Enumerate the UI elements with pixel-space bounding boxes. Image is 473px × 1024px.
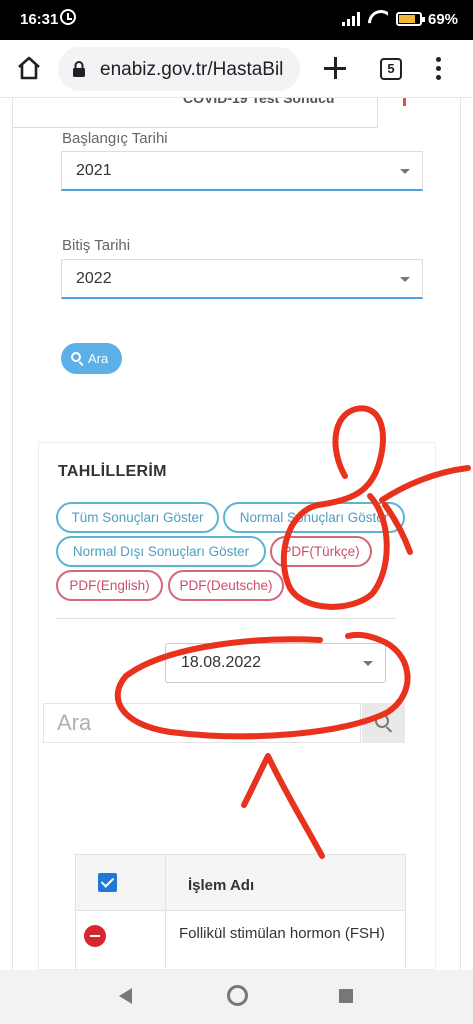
tab-marker	[403, 98, 406, 106]
search-icon	[375, 714, 389, 728]
home-icon[interactable]	[16, 56, 42, 80]
chevron-down-icon	[400, 277, 410, 282]
remove-icon[interactable]	[84, 925, 106, 947]
lock-icon	[73, 61, 85, 77]
start-date-label: Başlangıç Tarihi	[62, 130, 168, 147]
start-year-select[interactable]: 2021	[61, 151, 423, 191]
battery-icon	[396, 12, 425, 26]
wifi-icon	[368, 10, 388, 26]
alarm-icon	[60, 9, 76, 25]
panel-title: TAHLİLLERİM	[58, 463, 167, 480]
chevron-down-icon	[400, 169, 410, 174]
status-time: 16:31	[20, 11, 59, 28]
back-icon[interactable]	[119, 988, 132, 1004]
browser-toolbar: enabiz.gov.tr/HastaBil 5	[0, 40, 473, 98]
start-year-value: 2021	[76, 162, 112, 179]
row-action-cell	[76, 911, 166, 971]
search-button[interactable]: Ara	[61, 343, 122, 374]
recent-apps-icon[interactable]	[339, 989, 353, 1003]
pdf-german-button[interactable]: PDF(Deutsche)	[168, 570, 284, 601]
table-row: Follikül stimülan hormon (FSH)	[75, 911, 406, 971]
end-date-label: Bitiş Tarihi	[62, 237, 131, 254]
search-button-label: Ara	[88, 351, 109, 366]
pdf-turkish-button[interactable]: PDF(Türkçe)	[270, 536, 372, 567]
new-tab-icon[interactable]	[324, 57, 346, 79]
table-header: İşlem Adı	[75, 854, 406, 911]
chevron-down-icon	[363, 661, 373, 666]
select-all-cell	[76, 855, 166, 910]
divider	[56, 618, 396, 619]
tab-switcher-button[interactable]: 5	[380, 58, 402, 80]
battery-percent: 69%	[428, 11, 459, 28]
home-button-icon[interactable]	[227, 985, 248, 1006]
show-abnormal-results-button[interactable]: Normal Dışı Sonuçları Göster	[56, 536, 266, 567]
result-date-select[interactable]: 18.08.2022	[165, 643, 386, 683]
results-search-button[interactable]	[362, 703, 405, 743]
results-search-box	[43, 703, 361, 743]
tab-covid-test-label: COVID-19 Test Sonucu	[183, 98, 335, 106]
url-text: enabiz.gov.tr/HastaBil	[100, 59, 284, 80]
result-date-value: 18.08.2022	[181, 654, 262, 671]
pdf-english-button[interactable]: PDF(English)	[56, 570, 163, 601]
address-bar[interactable]: enabiz.gov.tr/HastaBil	[58, 47, 300, 91]
show-all-results-button[interactable]: Tüm Sonuçları Göster	[56, 502, 219, 533]
results-search-input[interactable]	[44, 704, 360, 742]
status-bar: 16:31 69%	[0, 0, 473, 40]
show-normal-results-button[interactable]: Normal Sonuçları Göster	[223, 502, 405, 533]
tab-covid-test[interactable]: COVID-19 Test Sonucu	[13, 98, 378, 128]
column-header-name: İşlem Adı	[188, 877, 255, 894]
system-nav-bar	[0, 970, 473, 1024]
search-icon	[71, 352, 81, 362]
select-all-checkbox[interactable]	[98, 873, 117, 892]
end-year-value: 2022	[76, 270, 112, 287]
row-name: Follikül stimülan hormon (FSH)	[179, 925, 385, 942]
more-menu-icon[interactable]	[436, 57, 442, 81]
end-year-select[interactable]: 2022	[61, 259, 423, 299]
signal-icon	[342, 12, 362, 26]
